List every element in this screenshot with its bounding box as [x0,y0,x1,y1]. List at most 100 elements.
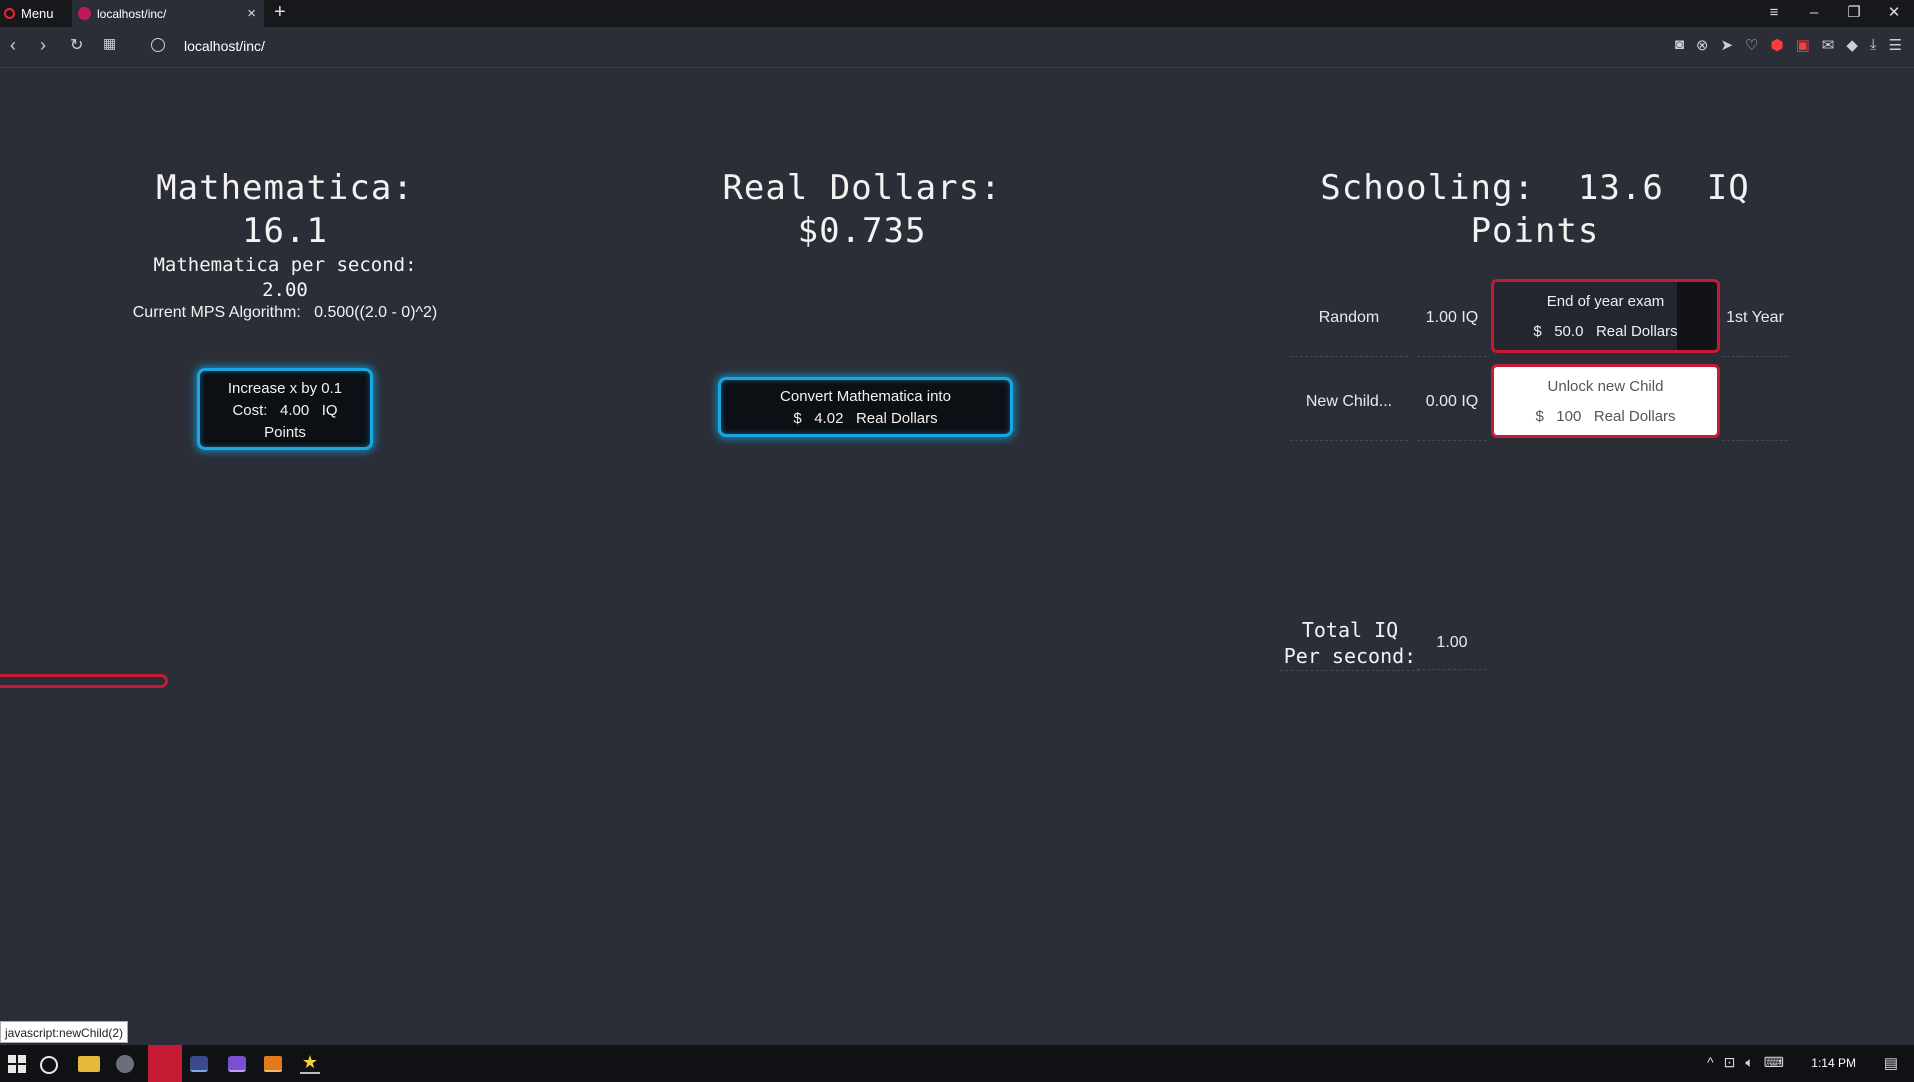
dollars-currency: $ [797,211,820,251]
speed-dial-icon[interactable]: ▦ [103,35,116,52]
opera-logo-icon [4,7,15,19]
schooling-value: 13.6 [1577,168,1664,208]
reload-icon[interactable]: ↻ [70,35,83,55]
increase-cost-value: 4.00 [279,402,310,419]
unlock-child-currency: $ [1535,408,1544,425]
window-controls: ≡ – ❐ ✕ [1754,2,1914,24]
network-icon[interactable]: ⊡ [1724,1054,1736,1071]
video-extension-icon[interactable]: ▣ [1796,36,1810,54]
schooling-title: Schooling: 13.6 IQ Points [1290,167,1780,253]
row-random-rate: 1.00 IQ [1417,280,1487,357]
editor-taskbar-icon[interactable] [228,1056,246,1072]
unlock-child-title: Unlock new Child [1547,378,1664,395]
mathematica-label: Mathematica: [156,168,414,208]
snapshot-icon[interactable]: ◙ [1675,36,1684,54]
total-iq-line1: Total IQ [1301,618,1399,642]
forward-icon[interactable]: › [40,35,46,56]
exam-unit: Real Dollars [1595,323,1678,340]
discord-taskbar-icon[interactable] [190,1056,208,1072]
address-bar: ‹ › ↻ ▦ localhost/inc/ ◙ ⊗ ➤ ♡ ⬢ ▣ ✉ ◆ ⤓… [0,27,1914,68]
close-window-icon[interactable]: ✕ [1874,2,1914,24]
file-explorer-icon[interactable] [78,1056,100,1072]
row-new-child-name: New Child... [1290,363,1408,441]
unlock-new-child-button[interactable]: Unlock new Child $ 100 Real Dollars [1491,364,1720,438]
tab-title: localhost/inc/ [97,6,167,21]
row-random-name: Random [1290,280,1408,357]
easy-setup-icon[interactable]: ☰ [1889,36,1902,54]
increase-x-button[interactable]: Increase x by 0.1 Cost: 4.00 IQ Points [197,368,373,450]
schooling-unit: IQ [1706,168,1750,208]
total-iq-label: Total IQ Per second: [1280,617,1420,671]
keyboard-icon[interactable]: ⌨ [1764,1054,1784,1071]
total-iq-line2: Per second: [1283,644,1417,668]
dollars-value: 0.735 [819,211,927,251]
extension-icon[interactable]: ◆ [1846,36,1858,54]
schooling-points: Points [1470,211,1600,251]
mps-block: Mathematica per second: 2.00 [135,253,435,303]
mathematica-title: Mathematica: 16.1 [135,167,435,253]
schooling-label: Schooling: [1320,168,1535,208]
increase-cost-label: Cost: [232,402,268,419]
adblock-icon[interactable]: ⊗ [1696,36,1709,54]
red-progress-bar [0,674,168,688]
convert-currency: $ [793,410,802,427]
mps-value: 2.00 [262,279,308,301]
browser-tab[interactable]: localhost/inc/ × [72,0,264,27]
total-iq-value: 1.00 [1417,617,1487,670]
restore-icon[interactable]: ❐ [1834,2,1874,24]
ublock-icon[interactable]: ⬢ [1770,36,1783,54]
browser-tab-bar: Menu localhost/inc/ × + ≡ – ❐ ✕ [0,0,1914,27]
sublime-taskbar-icon[interactable] [264,1056,282,1072]
algorithm-formula: 0.500((2.0 - 0)^2) [314,304,438,321]
new-tab-button[interactable]: + [274,1,286,24]
tab-favicon-icon [78,7,91,20]
opera-taskbar-icon[interactable] [148,1045,182,1082]
back-icon[interactable]: ‹ [10,35,16,56]
unlock-child-amount: 100 [1556,408,1582,425]
link-status-tooltip: javascript:newChild(2) [0,1021,129,1043]
convert-mathematica-button[interactable]: Convert Mathematica into $ 4.02 Real Dol… [718,377,1013,437]
windows-start-icon[interactable] [6,1053,28,1075]
dollars-title: Real Dollars: $0.735 [712,167,1012,253]
taskbar-clock[interactable]: 1:14 PM [1811,1056,1856,1070]
cortana-search-icon[interactable] [40,1056,58,1074]
mps-label: Mathematica per second: [153,254,417,276]
heart-icon[interactable]: ♡ [1745,36,1758,54]
globe-icon [151,38,165,52]
increase-cost-unit: IQ [321,402,338,419]
app-gear-icon[interactable] [116,1055,134,1073]
star-app-icon[interactable]: ★ [300,1052,320,1074]
volume-icon[interactable]: 🔈︎ [1745,1054,1753,1071]
send-icon[interactable]: ➤ [1720,36,1733,54]
exam-currency: $ [1533,323,1542,340]
action-center-icon[interactable]: ▤ [1884,1054,1898,1072]
dollars-label: Real Dollars: [722,168,1002,208]
row-random-year: 1st Year [1722,280,1788,357]
row-new-child-rate: 0.00 IQ [1417,363,1487,441]
exam-amount: 50.0 [1554,323,1584,340]
convert-unit: Real Dollars [855,410,938,427]
convert-label: Convert Mathematica into [780,388,951,405]
menu-label: Menu [21,5,54,21]
algorithm-label: Current MPS Algorithm: [132,304,301,321]
unlock-child-unit: Real Dollars [1593,408,1676,425]
convert-amount: 4.02 [814,410,844,427]
end-of-year-exam-button[interactable]: End of year exam $ 50.0 Real Dollars [1491,279,1720,353]
row-new-child-extra [1722,363,1788,441]
tab-menu-icon[interactable]: ≡ [1754,2,1794,24]
opera-menu-button[interactable]: Menu [4,3,54,23]
mathematica-value: 16.1 [242,211,328,251]
mps-algorithm: Current MPS Algorithm: 0.500((2.0 - 0)^2… [105,304,465,322]
increase-x-label: Increase x by 0.1 [227,380,343,397]
close-tab-icon[interactable]: × [247,5,256,22]
exam-title: End of year exam [1546,293,1665,310]
download-icon[interactable]: ⤓ [1870,36,1877,54]
increase-cost-points: Points [264,424,306,441]
url-field[interactable]: localhost/inc/ [184,38,265,54]
minimize-icon[interactable]: – [1794,2,1834,24]
mail-icon[interactable]: ✉ [1822,36,1835,54]
toolbar-icons: ◙ ⊗ ➤ ♡ ⬢ ▣ ✉ ◆ ⤓ ☰ [1675,36,1902,54]
windows-taskbar: ★ ^ ⊡ 🔈︎ ⌨ 1:14 PM ▤ [0,1045,1914,1082]
tray-chevron-icon[interactable]: ^ [1707,1054,1714,1071]
system-tray: ^ ⊡ 🔈︎ ⌨ [1707,1054,1784,1071]
